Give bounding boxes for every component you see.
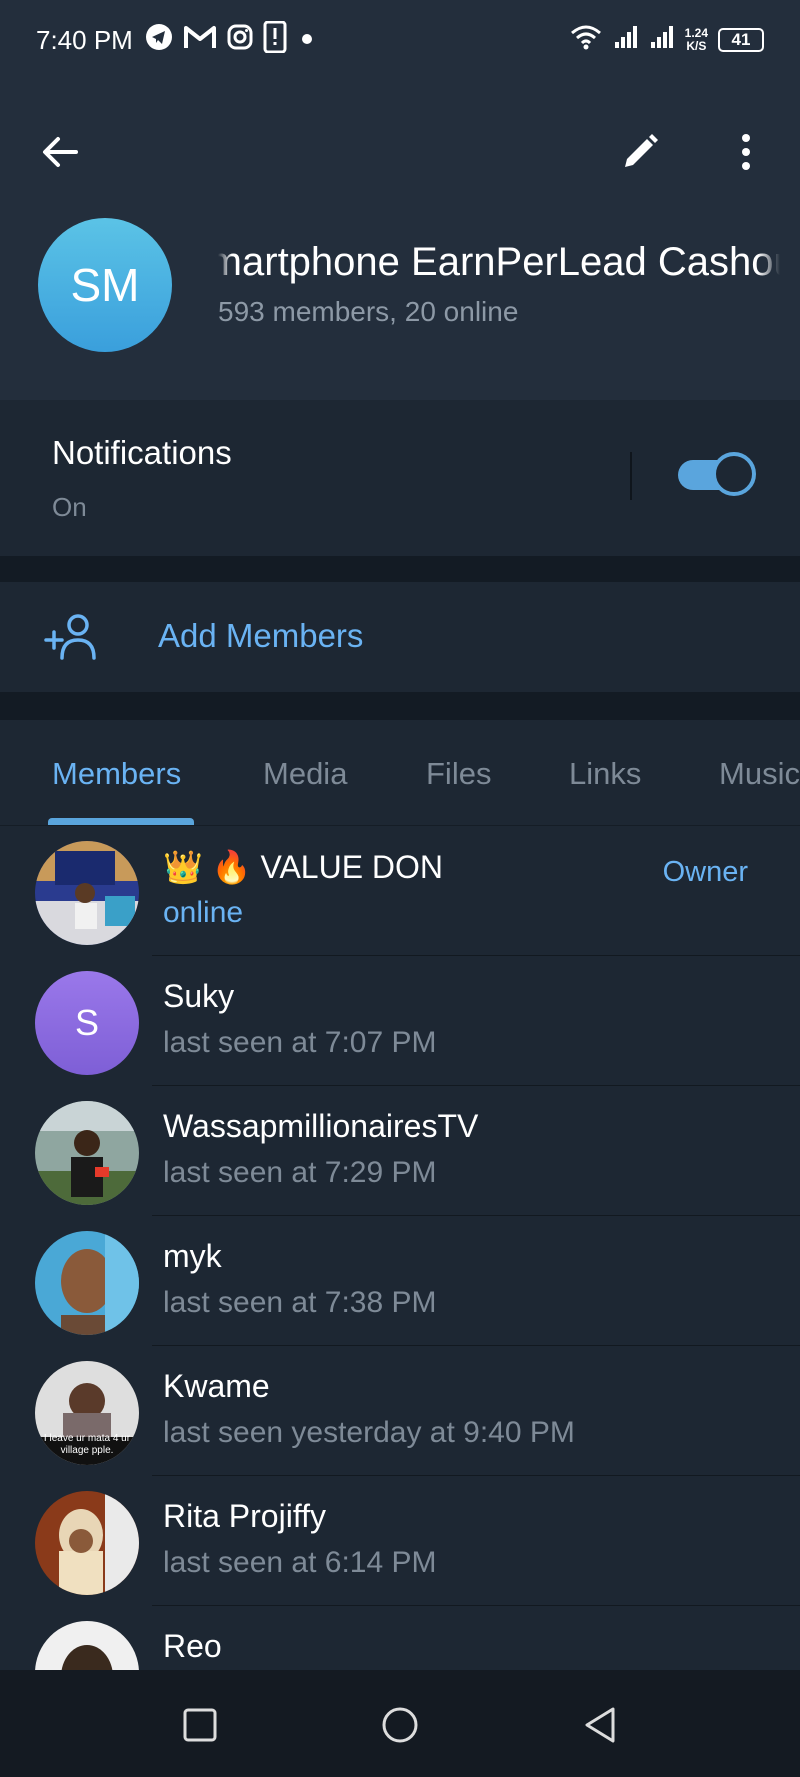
telegram-icon bbox=[145, 23, 173, 58]
recents-button[interactable] bbox=[175, 1700, 225, 1750]
clock: 7:40 PM bbox=[36, 24, 133, 55]
avatar-initial: S bbox=[35, 971, 139, 1075]
member-status: last seen at 7:07 PM bbox=[163, 1026, 437, 1059]
member-name: Suky bbox=[163, 978, 235, 1014]
arrow-left-icon bbox=[43, 137, 78, 167]
triangle-back-icon bbox=[585, 1707, 615, 1743]
member-status: last seen at 7:29 PM bbox=[163, 1156, 437, 1189]
home-button[interactable] bbox=[375, 1700, 425, 1750]
avatar-caption: I leave ur mata 4 ur village pple. bbox=[44, 1433, 131, 1456]
dot-icon bbox=[297, 25, 317, 56]
circle-icon bbox=[382, 1707, 418, 1743]
network-speed: 1.24 K/S bbox=[685, 27, 708, 53]
group-title-text: Smartphone EarnPerLead Cashout bbox=[218, 240, 780, 284]
member-status: online bbox=[163, 896, 244, 929]
gmail-icon bbox=[183, 24, 217, 57]
member-name: 👑 🔥 VALUE DON bbox=[163, 849, 444, 885]
tab-media[interactable]: Media bbox=[263, 756, 347, 792]
member-name: myk bbox=[163, 1238, 222, 1274]
active-tab-indicator bbox=[48, 818, 194, 825]
member-list: 👑 🔥 VALUE DON online Owner S Suky last s… bbox=[0, 826, 800, 1670]
back-nav-button[interactable] bbox=[575, 1700, 625, 1750]
member-status: last seen at 7:38 PM bbox=[163, 1286, 437, 1319]
tab-files[interactable]: Files bbox=[426, 756, 491, 792]
caption-line: I leave ur mata 4 ur bbox=[44, 1433, 131, 1444]
group-header: SM Smartphone EarnPerLead Cashout 593 me… bbox=[0, 80, 800, 400]
tab-links[interactable]: Links bbox=[569, 756, 641, 792]
member-row[interactable]: WassapmillionairesTV last seen at 7:29 P… bbox=[0, 1086, 800, 1216]
signal-icon bbox=[613, 24, 639, 57]
add-members-button[interactable]: Add Members bbox=[0, 582, 800, 692]
avatar: I leave ur mata 4 ur village pple. bbox=[35, 1361, 139, 1465]
member-name: Kwame bbox=[163, 1368, 270, 1404]
group-subtitle: 593 members, 20 online bbox=[218, 296, 519, 327]
square-icon bbox=[183, 1708, 217, 1742]
member-row[interactable]: myk last seen at 7:38 PM bbox=[0, 1216, 800, 1346]
caption-line: village pple. bbox=[61, 1445, 114, 1456]
instagram-icon bbox=[227, 24, 253, 57]
avatar bbox=[35, 1621, 139, 1670]
avatar bbox=[35, 1101, 139, 1205]
edit-button[interactable] bbox=[608, 120, 672, 184]
member-status: last seen yesterday at 9:40 PM bbox=[163, 1416, 575, 1449]
pencil-icon bbox=[625, 134, 658, 167]
member-row[interactable]: Rita Projiffy last seen at 6:14 PM bbox=[0, 1476, 800, 1606]
speed-unit: K/S bbox=[686, 39, 707, 53]
battery-icon: 41 bbox=[718, 28, 764, 52]
system-nav-bar bbox=[0, 1670, 800, 1777]
signal-icon bbox=[649, 24, 675, 57]
more-vertical-icon bbox=[742, 134, 750, 170]
media-tabs: Members Media Files Links Music bbox=[0, 720, 800, 826]
notifications-row[interactable]: Notifications On bbox=[0, 402, 800, 556]
group-title: Smartphone EarnPerLead Cashout bbox=[218, 240, 780, 290]
member-name: WassapmillionairesTV bbox=[163, 1108, 479, 1144]
section-separator bbox=[0, 692, 800, 720]
member-row[interactable]: Reo bbox=[0, 1606, 800, 1670]
wifi-icon bbox=[569, 23, 603, 58]
group-avatar-initials: SM bbox=[70, 259, 140, 311]
tab-music[interactable]: Music bbox=[719, 756, 800, 792]
member-status: last seen at 6:14 PM bbox=[163, 1546, 437, 1579]
notifications-state: On bbox=[52, 492, 87, 522]
section-separator bbox=[0, 556, 800, 582]
more-options-button[interactable] bbox=[714, 120, 778, 184]
member-name: Rita Projiffy bbox=[163, 1498, 327, 1534]
avatar bbox=[35, 841, 139, 945]
notifications-toggle[interactable] bbox=[678, 452, 756, 496]
avatar: S bbox=[35, 971, 139, 1075]
member-row[interactable]: I leave ur mata 4 ur village pple. Kwame… bbox=[0, 1346, 800, 1476]
avatar bbox=[35, 1491, 139, 1595]
group-avatar[interactable]: SM bbox=[38, 218, 172, 352]
member-name: Reo bbox=[163, 1628, 222, 1664]
add-members-label: Add Members bbox=[158, 617, 364, 654]
divider bbox=[630, 452, 632, 500]
notifications-title: Notifications bbox=[52, 434, 232, 471]
avatar bbox=[35, 1231, 139, 1335]
member-row[interactable]: 👑 🔥 VALUE DON online Owner bbox=[0, 826, 800, 956]
tab-members[interactable]: Members bbox=[52, 756, 181, 792]
member-role-badge: Owner bbox=[662, 856, 748, 888]
toggle-knob bbox=[712, 452, 756, 496]
status-bar: 7:40 PM 1.24 K/S 41 bbox=[0, 0, 800, 80]
phone-alert-icon bbox=[263, 20, 287, 60]
battery-level: 41 bbox=[731, 30, 751, 49]
member-row[interactable]: S Suky last seen at 7:07 PM bbox=[0, 956, 800, 1086]
add-user-icon bbox=[44, 614, 96, 660]
back-button[interactable] bbox=[28, 120, 92, 184]
